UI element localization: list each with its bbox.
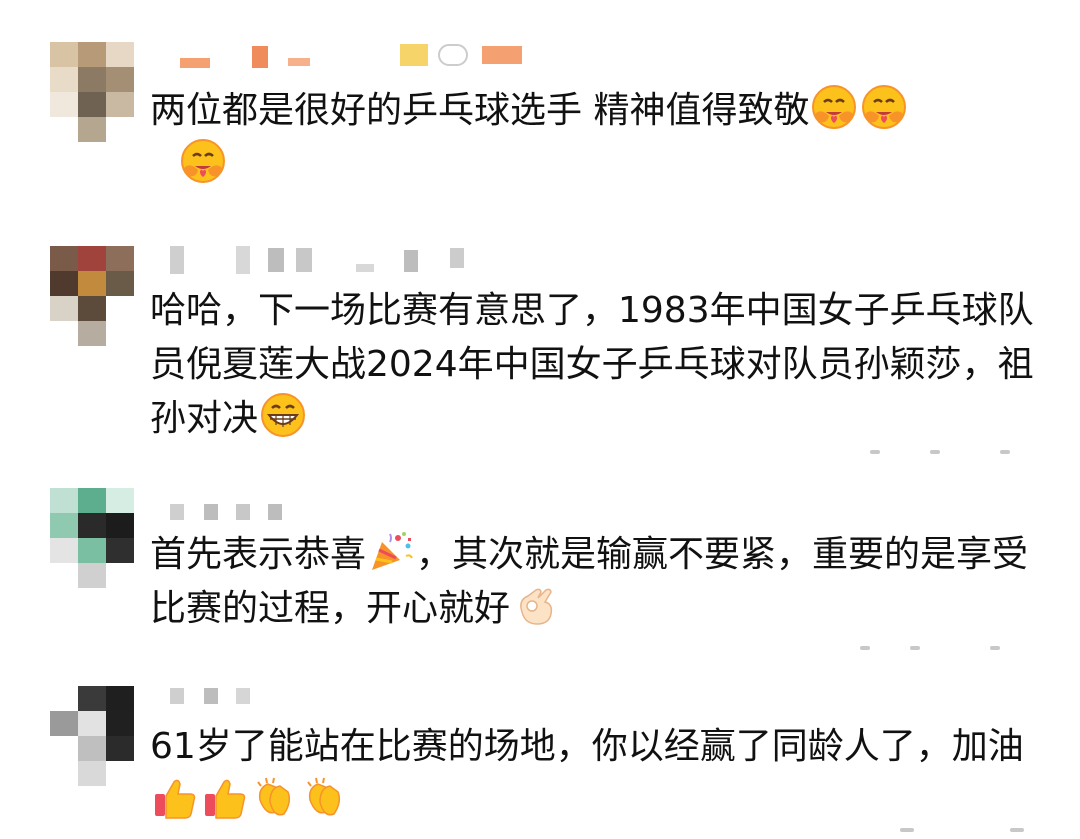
username-censored[interactable] (170, 246, 490, 274)
avatar[interactable] (50, 42, 134, 142)
hug-face-icon (180, 138, 226, 184)
comment-item: 哈哈，下一场比赛有意思了，1983年中国女子乒乓球队员倪夏莲大战2024年中国女… (0, 240, 1080, 460)
comment-text-content: 两位都是很好的乒乓球选手 精神值得致敬 (150, 90, 810, 131)
username-censored[interactable] (170, 44, 530, 68)
comment-item: 两位都是很好的乒乓球选手 精神值得致敬 (0, 0, 1080, 215)
thumbs-up-icon (202, 774, 248, 820)
thumbs-up-icon (152, 774, 198, 820)
comment-text-content: 61岁了能站在比赛的场地，你以经赢了同龄人了，加油 (150, 726, 1024, 767)
avatar[interactable] (50, 488, 134, 588)
clapping-hands-icon (252, 774, 298, 820)
comment-text: 哈哈，下一场比赛有意思了，1983年中国女子乒乓球队员倪夏莲大战2024年中国女… (150, 284, 1050, 446)
comment-text-content: 首先表示恭喜 (150, 534, 367, 575)
comment-item: 首先表示恭喜 ，其次就是输赢不要紧，重要的是享受比赛的过程，开心就好 (0, 484, 1080, 664)
ok-hand-icon (512, 582, 558, 628)
username-censored[interactable] (170, 504, 310, 526)
username-censored[interactable] (170, 686, 270, 708)
hug-face-icon (811, 84, 857, 130)
clapping-hands-icon (302, 774, 348, 820)
comment-text: 首先表示恭喜 ，其次就是输赢不要紧，重要的是享受比赛的过程，开心就好 (150, 528, 1050, 636)
comment-meta (850, 450, 1050, 456)
comment-text: 61岁了能站在比赛的场地，你以经赢了同龄人了，加油 (150, 720, 1050, 828)
comment-meta (850, 646, 1050, 652)
comment-feed: 两位都是很好的乒乓球选手 精神值得致敬 哈哈，下一场比赛有意思了，1983年中国… (0, 0, 1080, 839)
grinning-face-icon (260, 392, 306, 438)
comment-text: 两位都是很好的乒乓球选手 精神值得致敬 (150, 84, 1050, 192)
avatar[interactable] (50, 686, 134, 786)
party-popper-icon (368, 528, 414, 574)
hug-face-icon (861, 84, 907, 130)
comment-item: 61岁了能站在比赛的场地，你以经赢了同龄人了，加油 (0, 680, 1080, 839)
avatar[interactable] (50, 246, 134, 346)
comment-meta (890, 828, 1050, 834)
